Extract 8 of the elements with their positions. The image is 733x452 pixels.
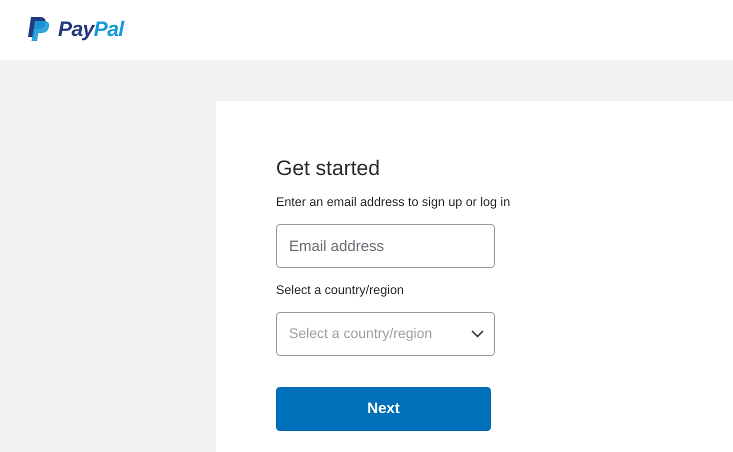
logo-icon: [27, 17, 49, 43]
logo-text: PayPal: [58, 17, 124, 44]
form-subtitle: Enter an email address to sign up or log in: [276, 194, 512, 212]
email-field[interactable]: Email address: [276, 224, 495, 268]
country-label: Select a country/region: [276, 282, 405, 299]
next-button[interactable]: Next: [276, 386, 491, 431]
form-title: Get started: [276, 156, 381, 182]
chevron-down-icon: [471, 330, 484, 338]
